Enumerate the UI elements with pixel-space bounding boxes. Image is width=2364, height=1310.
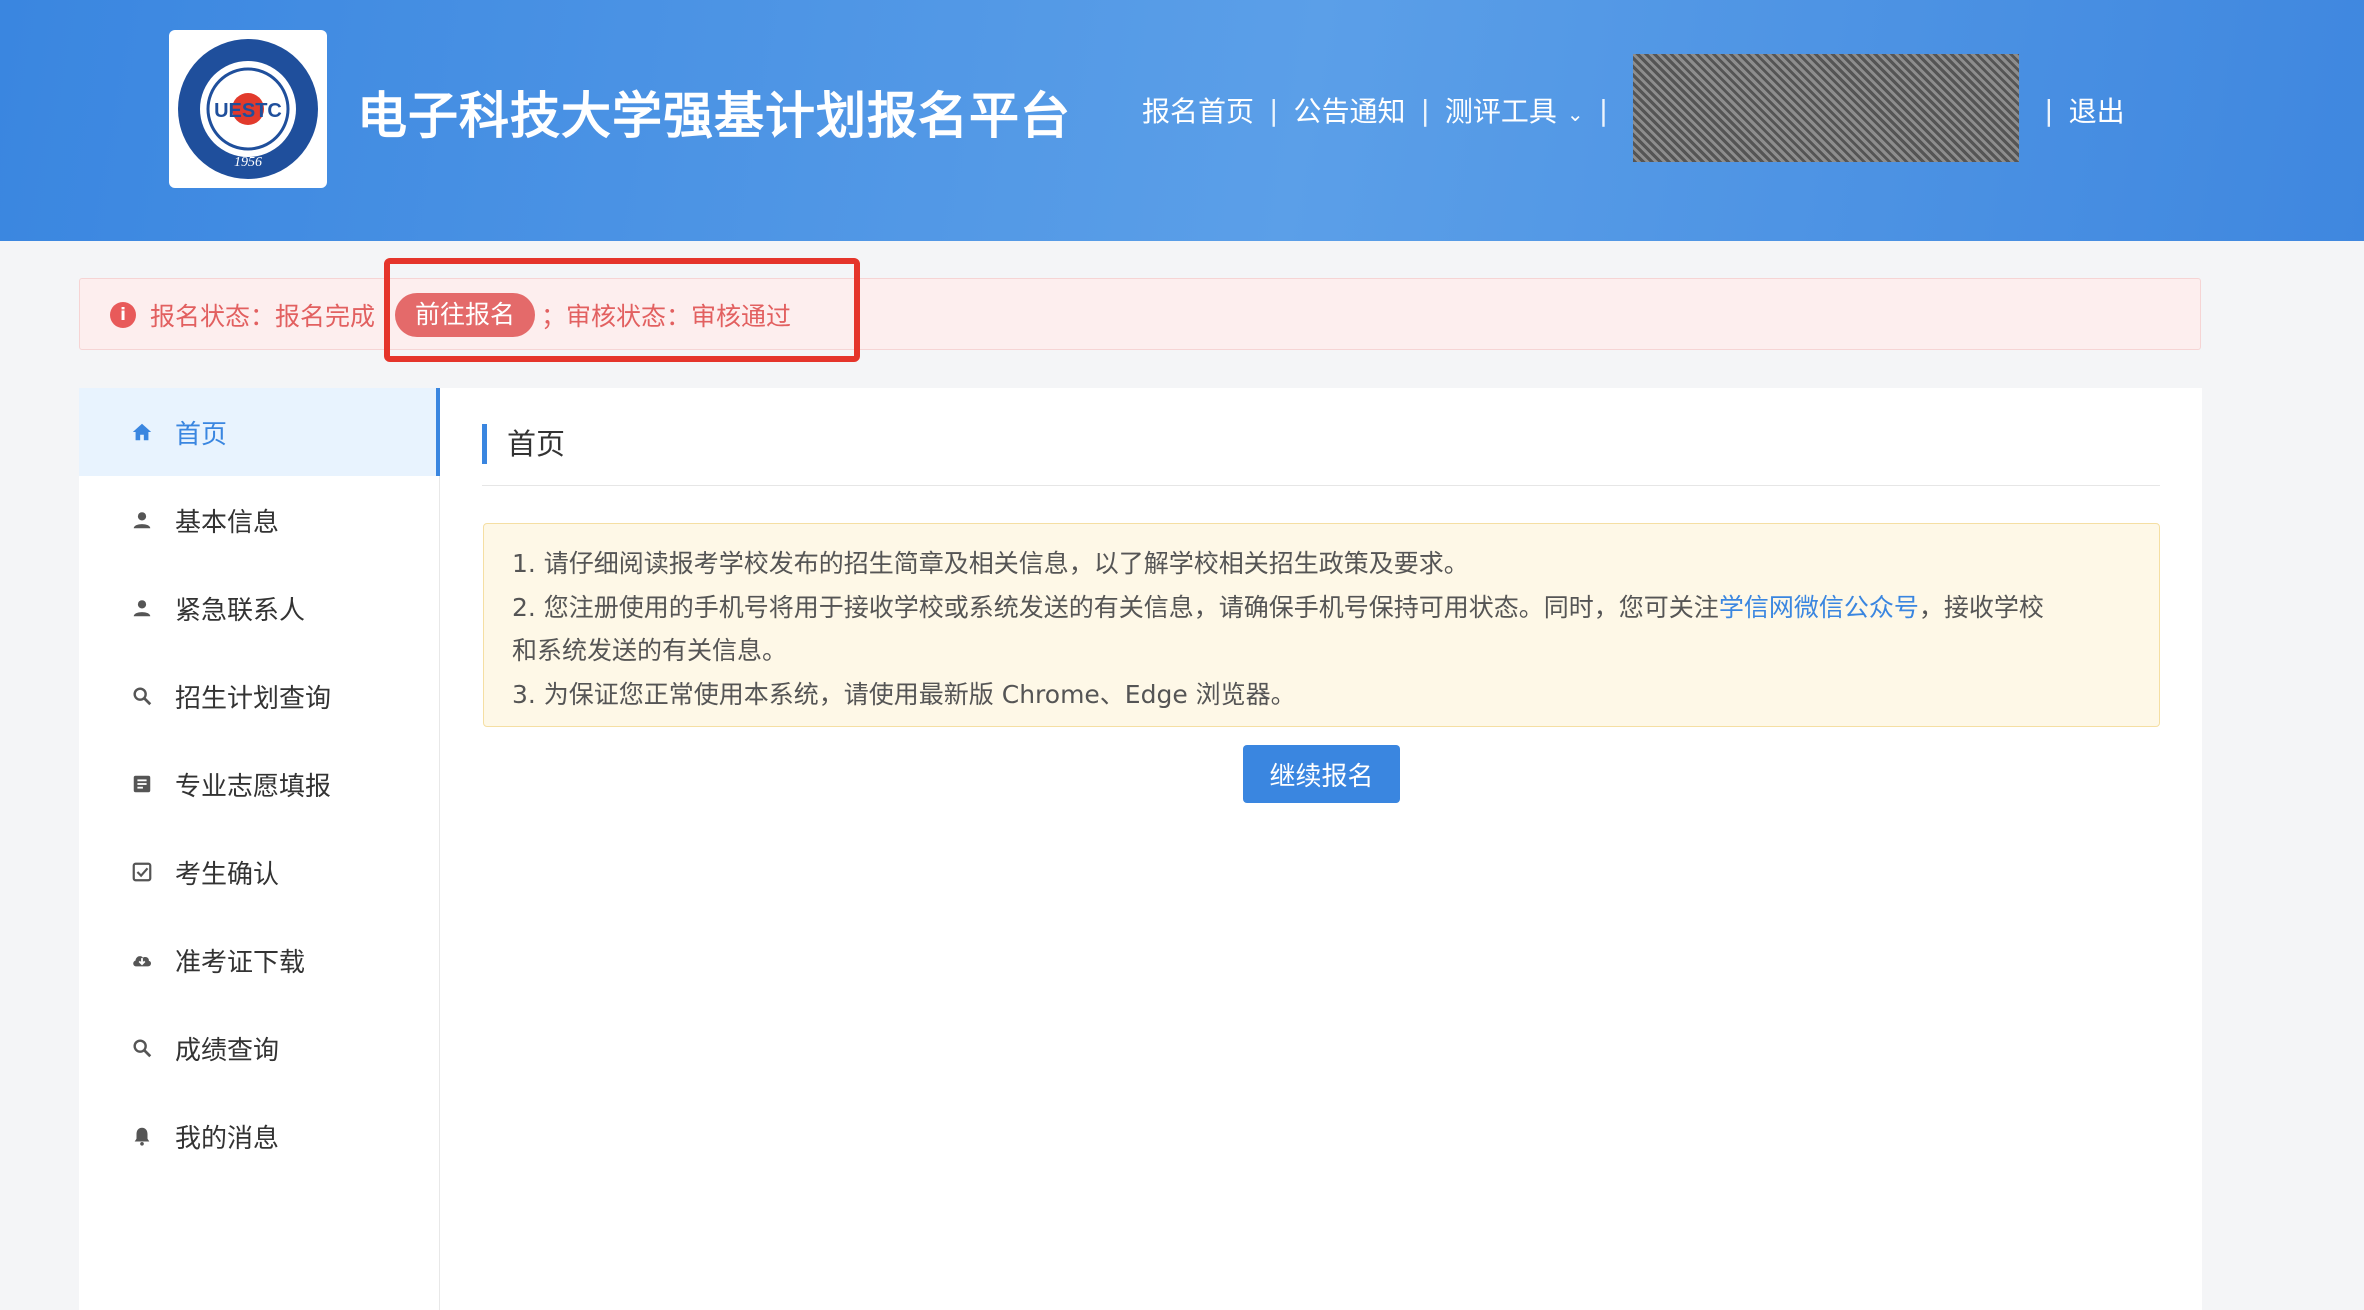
continue-registration-button[interactable]: 继续报名 (1243, 745, 1400, 803)
sidebar-item-label: 基本信息 (175, 507, 280, 538)
chevron-down-icon: ⌄ (1566, 102, 1584, 126)
divider (482, 485, 2160, 486)
notice-line-2-text: 2. 您注册使用的手机号将用于接收学校或系统发送的有关信息，请确保手机号保持可用… (512, 592, 1719, 622)
sidebar-item-major-preference[interactable]: 专业志愿填报 (79, 740, 439, 828)
nav-separator: | (1420, 93, 1430, 127)
document-icon (129, 771, 155, 797)
page-title: 首页 (482, 424, 565, 464)
uestc-seal-icon: UESTC 1956 (178, 39, 318, 179)
registration-status-text: 报名状态：报名完成 (150, 302, 376, 331)
info-icon: i (110, 302, 136, 328)
nav-separator: | (1598, 93, 1609, 127)
notice-box: 1. 请仔细阅读报考学校发布的招生简章及相关信息，以了解学校相关招生政策及要求。… (483, 523, 2160, 727)
sidebar-item-admit-card[interactable]: 准考证下载 (79, 916, 439, 1004)
search-icon (129, 1035, 155, 1061)
nav-separator: | (2044, 93, 2054, 127)
sidebar-item-home[interactable]: 首页 (79, 388, 440, 476)
bell-icon (129, 1123, 155, 1149)
header: UESTC 1956 电子科技大学强基计划报名平台 报名首页 | 公告通知 | … (0, 0, 2364, 241)
sidebar-item-label: 首页 (175, 419, 228, 450)
notice-line-1: 1. 请仔细阅读报考学校发布的招生简章及相关信息，以了解学校相关招生政策及要求。 (512, 549, 1469, 578)
sidebar-item-label: 专业志愿填报 (175, 771, 332, 802)
sidebar-item-label: 招生计划查询 (175, 683, 332, 714)
nav-tools-label: 测评工具 (1444, 95, 1557, 128)
sidebar-item-label: 我的消息 (175, 1123, 280, 1154)
nav-tools-dropdown[interactable]: 测评工具 ⌄ (1445, 90, 1584, 130)
sidebar-item-label: 紧急联系人 (175, 595, 306, 626)
notice-line-2-continued: 和系统发送的有关信息。 (512, 636, 788, 665)
sidebar-item-candidate-confirm[interactable]: 考生确认 (79, 828, 439, 916)
wechat-account-link[interactable]: 学信网微信公众号 (1719, 593, 1919, 622)
checkbox-icon (129, 859, 155, 885)
user-icon (129, 507, 155, 533)
annotation-highlight-box (384, 258, 860, 362)
redacted-username[interactable] (1633, 54, 2020, 162)
sidebar-item-basic-info[interactable]: 基本信息 (79, 476, 439, 564)
notice-line-2: 2. 您注册使用的手机号将用于接收学校或系统发送的有关信息，请确保手机号保持可用… (512, 586, 2131, 630)
home-icon (129, 419, 155, 445)
svg-text:1956: 1956 (234, 155, 262, 170)
university-logo[interactable]: UESTC 1956 (169, 30, 327, 188)
user-icon (129, 595, 155, 621)
nav-home-link[interactable]: 报名首页 (1142, 90, 1254, 130)
top-nav: 报名首页 | 公告通知 | 测评工具 ⌄ | | 退出 (1142, 54, 2125, 162)
search-icon (129, 683, 155, 709)
sidebar-item-label: 考生确认 (175, 859, 280, 890)
sidebar-menu: 首页 基本信息 紧急联系人 招生计划查询 专业志愿填报 考生确认 准考证下载 成… (79, 388, 440, 1310)
notice-line-3: 3. 为保证您正常使用本系统，请使用最新版 Chrome、Edge 浏览器。 (512, 679, 1296, 709)
site-title: 电子科技大学强基计划报名平台 (357, 87, 1071, 145)
nav-separator: | (1269, 93, 1279, 127)
main-panel: 首页 1. 请仔细阅读报考学校发布的招生简章及相关信息，以了解学校相关招生政策及… (440, 388, 2202, 1310)
nav-logout-link[interactable]: 退出 (2069, 90, 2125, 130)
sidebar-item-admission-plan[interactable]: 招生计划查询 (79, 652, 439, 740)
sidebar-item-label: 准考证下载 (175, 947, 306, 978)
svg-text:UESTC: UESTC (214, 100, 282, 122)
cloud-download-icon (129, 947, 155, 973)
sidebar-item-messages[interactable]: 我的消息 (79, 1092, 439, 1180)
nav-notices-link[interactable]: 公告通知 (1293, 90, 1405, 130)
sidebar-item-score-query[interactable]: 成绩查询 (79, 1004, 439, 1092)
notice-line-2-tail: ，接收学校 (1918, 592, 2044, 622)
sidebar-item-emergency-contact[interactable]: 紧急联系人 (79, 564, 439, 652)
sidebar-item-label: 成绩查询 (175, 1035, 280, 1066)
